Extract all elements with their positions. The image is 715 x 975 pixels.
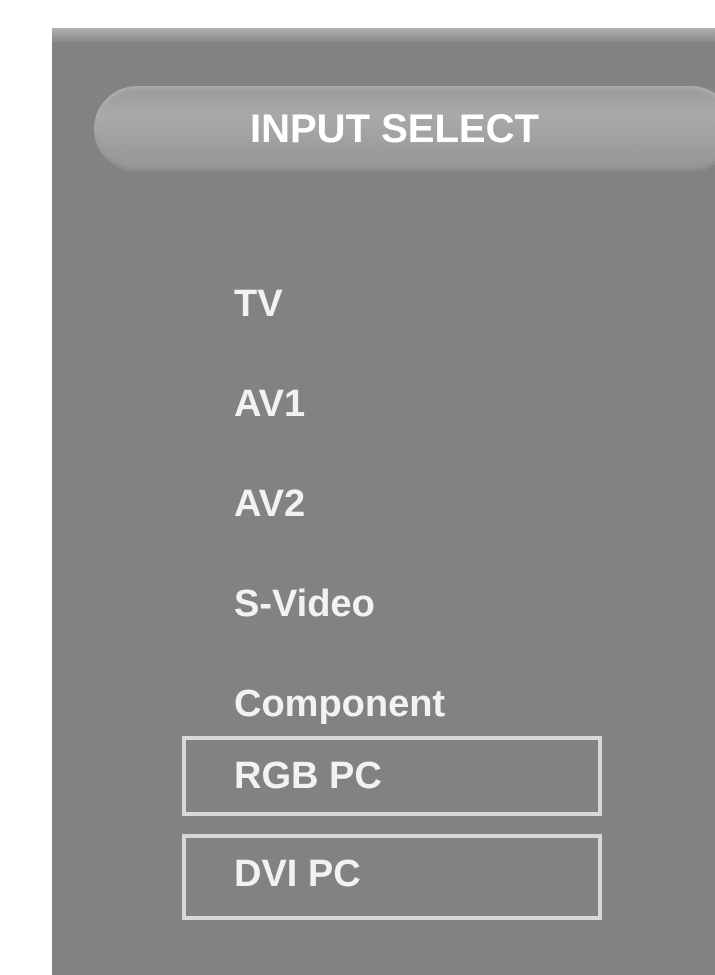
menu-item-component[interactable]: Component bbox=[182, 664, 602, 744]
menu-item-label: RGB PC bbox=[234, 755, 382, 797]
menu-item-tv[interactable]: TV bbox=[182, 264, 602, 344]
menu-item-dvi-pc[interactable]: DVI PC bbox=[182, 834, 602, 920]
menu-item-s-video[interactable]: S-Video bbox=[182, 564, 602, 644]
page: INPUT SELECT TV AV1 AV2 S-Video Componen… bbox=[0, 0, 715, 975]
menu-item-label: AV2 bbox=[234, 483, 306, 525]
menu-item-label: TV bbox=[234, 283, 283, 325]
menu-item-av2[interactable]: AV2 bbox=[182, 464, 602, 544]
menu-item-av1[interactable]: AV1 bbox=[182, 364, 602, 444]
menu-item-label: S-Video bbox=[234, 583, 375, 625]
input-select-osd-panel: INPUT SELECT TV AV1 AV2 S-Video Componen… bbox=[52, 28, 715, 975]
input-source-list: TV AV1 AV2 S-Video Component RGB PC DVI … bbox=[52, 28, 715, 975]
menu-item-rgb-pc[interactable]: RGB PC bbox=[182, 736, 602, 816]
menu-item-label: Component bbox=[234, 683, 446, 725]
menu-item-label: AV1 bbox=[234, 383, 306, 425]
menu-item-label: DVI PC bbox=[234, 853, 361, 895]
